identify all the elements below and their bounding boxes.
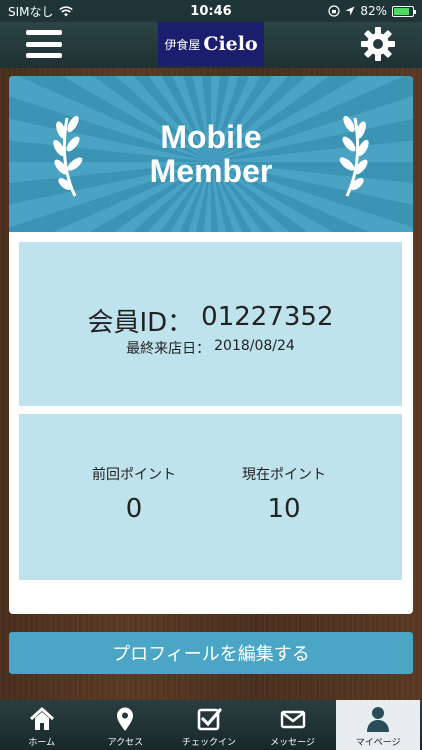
tab-home[interactable]: ホーム <box>0 700 84 750</box>
tab-access-label: アクセス <box>107 738 144 748</box>
last-visit-value: 2018/08/24 <box>214 338 295 354</box>
previous-points-label: 前回ポイント <box>92 467 176 483</box>
member-id-label: 会員ID： <box>87 308 194 338</box>
status-right: 82% <box>328 4 416 18</box>
menu-button[interactable] <box>26 28 62 60</box>
wifi-icon <box>58 5 73 16</box>
current-points-value: 10 <box>267 494 301 524</box>
user-icon <box>367 707 390 732</box>
member-id-panel: 会員ID： 01227352 最終来店日： 2018/08/24 <box>19 242 402 406</box>
battery-fill <box>394 7 409 15</box>
previous-points-value: 0 <box>125 494 143 524</box>
hamburger-line <box>26 53 62 58</box>
mail-icon <box>280 710 305 729</box>
tab-message-label: メッセージ <box>270 738 315 748</box>
member-id: 会員ID： 01227352 <box>19 302 402 339</box>
battery-percent: 82% <box>360 4 387 18</box>
rotation-lock-icon <box>328 5 340 17</box>
hamburger-line <box>26 41 62 47</box>
status-bar: SIMなし 10:46 82% <box>0 0 422 22</box>
status-left: SIMなし <box>8 3 73 20</box>
tab-access[interactable]: アクセス <box>84 700 168 750</box>
member-card: Mobile Member 会員ID： 01227352 最終来店日： 2018… <box>9 76 413 614</box>
member-id-value: 01227352 <box>201 302 334 332</box>
checkin-icon <box>197 708 222 731</box>
tab-message[interactable]: メッセージ <box>251 700 335 750</box>
tab-mypage[interactable]: マイページ <box>336 700 420 750</box>
map-pin-icon <box>117 707 134 731</box>
previous-points: 前回ポイント 0 <box>49 464 219 524</box>
settings-button[interactable] <box>360 26 396 62</box>
location-icon <box>345 6 355 16</box>
nav-bar: 伊食屋 Cielo <box>0 22 422 68</box>
carrier-label: SIMなし <box>8 4 54 19</box>
laurel-right-icon <box>339 115 369 197</box>
hamburger-line <box>26 30 62 35</box>
gear-icon <box>361 27 395 61</box>
logo-jp-text: 伊食屋 <box>164 37 201 52</box>
tab-checkin[interactable]: チェックイン <box>167 700 251 750</box>
current-points: 現在ポイント 10 <box>199 464 369 524</box>
tab-home-label: ホーム <box>28 738 56 748</box>
last-visit: 最終来店日： 2018/08/24 <box>19 338 402 358</box>
battery-icon <box>392 5 416 17</box>
tab-mypage-label: マイページ <box>355 738 401 748</box>
home-icon <box>29 707 54 730</box>
member-banner: Mobile Member <box>9 76 413 232</box>
tab-bar: ホーム アクセス チェックイン メッセージ マイページ <box>0 700 422 750</box>
last-visit-label: 最終来店日： <box>126 341 211 357</box>
edit-profile-button[interactable]: プロフィールを編集する <box>9 632 413 674</box>
tab-checkin-label: チェックイン <box>181 738 236 748</box>
logo-en-text: Cielo <box>203 33 258 55</box>
shop-logo: 伊食屋 Cielo <box>158 22 264 66</box>
points-panel: 前回ポイント 0 現在ポイント 10 <box>19 414 402 580</box>
current-points-label: 現在ポイント <box>242 467 326 483</box>
